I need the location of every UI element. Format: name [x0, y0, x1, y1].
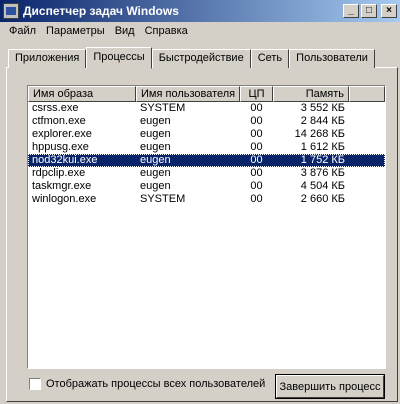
table-row[interactable]: csrss.exe SYSTEM 00 3 552 КБ [28, 102, 385, 115]
cell-user-name: SYSTEM [140, 102, 186, 114]
tab-network[interactable]: Сеть [250, 49, 290, 68]
table-row[interactable]: hppusg.exe eugen 00 1 612 КБ [28, 141, 385, 154]
cell-user-name: eugen [140, 154, 171, 166]
cell-memory: 4 504 КБ [300, 180, 345, 192]
cell-cpu: 00 [250, 102, 263, 114]
process-rows: csrss.exe SYSTEM 00 3 552 КБ ctfmon.exe eugen… [28, 102, 385, 206]
tab-performance[interactable]: Быстродействие [151, 49, 251, 68]
menu-view[interactable]: Вид [110, 25, 140, 37]
tab-strip: Приложения Процессы Быстродействие Сеть … [8, 46, 375, 69]
cell-cpu: 00 [250, 141, 263, 153]
column-memory[interactable]: Память [273, 86, 349, 102]
menu-file[interactable]: Файл [4, 25, 41, 37]
cell-memory: 2 844 КБ [300, 115, 345, 127]
menu-help[interactable]: Справка [140, 25, 193, 37]
cell-cpu: 00 [250, 193, 263, 205]
menu-options[interactable]: Параметры [41, 25, 110, 37]
cell-user-name: eugen [140, 180, 171, 192]
tab-processes[interactable]: Процессы [86, 47, 152, 69]
minimize-button[interactable]: _ [343, 4, 359, 18]
column-user-name[interactable]: Имя пользователя [136, 86, 240, 102]
title-bar[interactable]: Диспетчер задач Windows _ □ × [0, 0, 400, 22]
table-row[interactable]: taskmgr.exe eugen 00 4 504 КБ [28, 180, 385, 193]
cell-memory: 1 612 КБ [300, 141, 345, 153]
column-image-name[interactable]: Имя образа [28, 86, 136, 102]
table-row[interactable]: rdpclip.exe eugen 00 3 876 КБ [28, 167, 385, 180]
menu-bar: Файл Параметры Вид Справка [0, 22, 400, 40]
show-all-users-checkbox[interactable] [29, 378, 41, 390]
cell-user-name: eugen [140, 141, 171, 153]
show-all-users-label[interactable]: Отображать процессы всех пользователей [46, 378, 265, 390]
table-row[interactable]: nod32kui.exe eugen 00 1 752 КБ [28, 154, 385, 167]
cell-memory: 2 660 КБ [300, 193, 345, 205]
cell-image-name: ctfmon.exe [32, 115, 86, 127]
cell-image-name: winlogon.exe [32, 193, 97, 205]
cell-user-name: eugen [140, 167, 171, 179]
table-row[interactable]: explorer.exe eugen 00 14 268 КБ [28, 128, 385, 141]
cell-cpu: 00 [250, 167, 263, 179]
show-all-users-option[interactable]: Отображать процессы всех пользователей [29, 378, 265, 390]
cell-memory: 14 268 КБ [294, 128, 345, 140]
maximize-button[interactable]: □ [361, 4, 377, 18]
table-row[interactable]: ctfmon.exe eugen 00 2 844 КБ [28, 115, 385, 128]
cell-cpu: 00 [250, 128, 263, 140]
cell-cpu: 00 [250, 115, 263, 127]
cell-memory: 1 752 КБ [300, 154, 345, 166]
tab-users[interactable]: Пользователи [289, 49, 375, 68]
process-list[interactable]: Имя образа Имя пользователя ЦП Память cs… [27, 85, 386, 369]
cell-cpu: 00 [250, 180, 263, 192]
cell-user-name: eugen [140, 115, 171, 127]
column-filler [349, 86, 385, 102]
cell-cpu: 00 [250, 154, 263, 166]
cell-image-name: hppusg.exe [32, 141, 89, 153]
cell-image-name: csrss.exe [32, 102, 79, 114]
list-header: Имя образа Имя пользователя ЦП Память [28, 86, 385, 102]
cell-user-name: eugen [140, 128, 171, 140]
cell-memory: 3 552 КБ [300, 102, 345, 114]
end-process-button[interactable]: Завершить процесс [275, 374, 385, 399]
cell-image-name: nod32kui.exe [32, 154, 98, 166]
cell-image-name: rdpclip.exe [32, 167, 86, 179]
cell-user-name: SYSTEM [140, 193, 186, 205]
app-icon [3, 3, 19, 19]
cell-image-name: taskmgr.exe [32, 180, 92, 192]
cell-image-name: explorer.exe [32, 128, 92, 140]
close-button[interactable]: × [381, 4, 397, 18]
tab-applications[interactable]: Приложения [8, 49, 87, 68]
cell-memory: 3 876 КБ [300, 167, 345, 179]
window-title: Диспетчер задач Windows [23, 4, 179, 18]
table-row[interactable]: winlogon.exe SYSTEM 00 2 660 КБ [28, 193, 385, 206]
column-cpu[interactable]: ЦП [240, 86, 273, 102]
